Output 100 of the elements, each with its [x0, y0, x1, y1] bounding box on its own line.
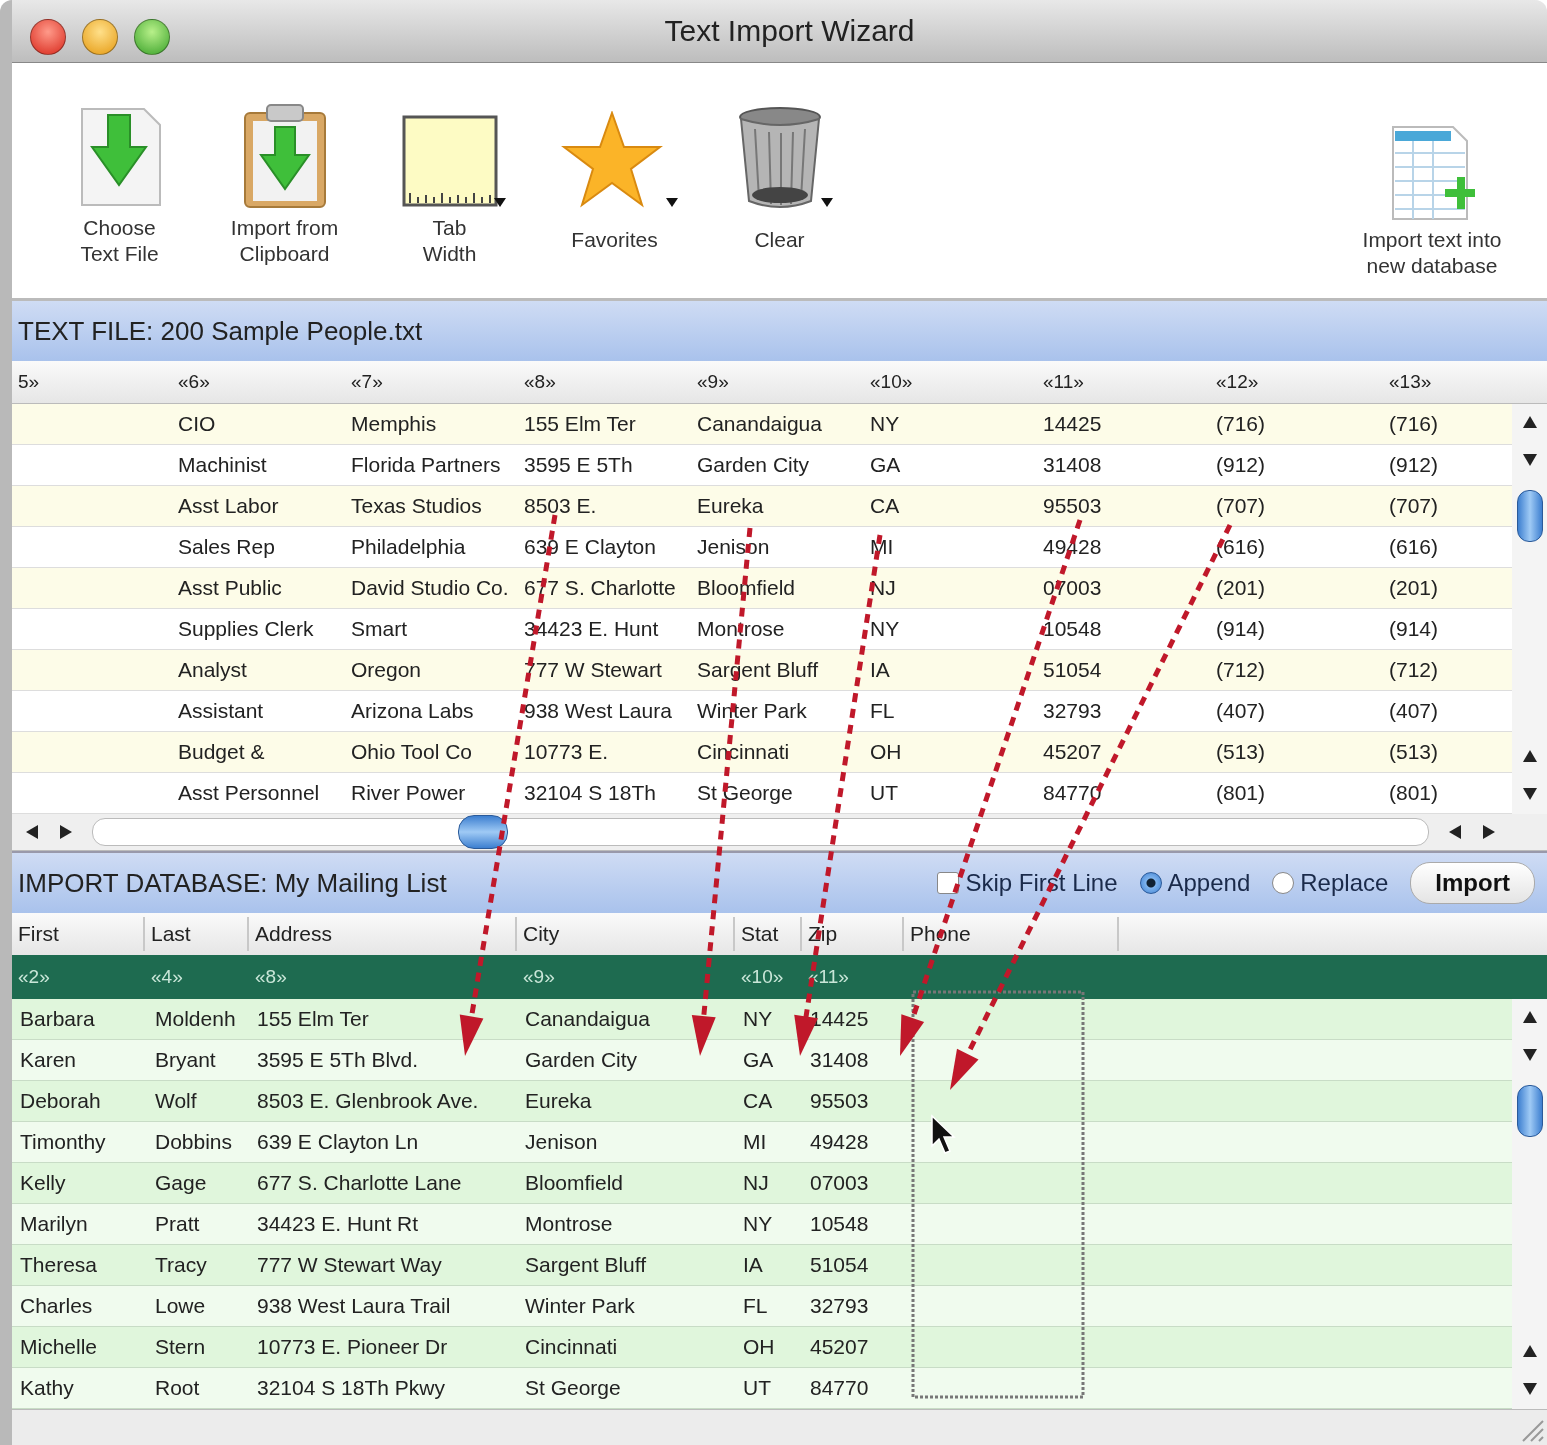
table-cell-text: (201) [1215, 576, 1267, 600]
table-cell-text: Deborah [19, 1089, 102, 1113]
table-cell-text: 31408 [1042, 453, 1103, 477]
table-cell-text: NY [869, 617, 901, 641]
table-cell-text: Root [154, 1376, 201, 1400]
dropdown-caret-icon [493, 198, 506, 207]
column-header[interactable]: Address [249, 917, 517, 951]
mapping-tag[interactable]: «2» [18, 966, 50, 987]
table-cell-text: Timonthy [19, 1130, 107, 1154]
table-cell-text: St George [696, 781, 794, 805]
close-button[interactable] [30, 19, 66, 55]
vertical-scrollbar[interactable] [1512, 404, 1547, 814]
checkbox[interactable] [937, 872, 960, 894]
scroll-thumb[interactable] [1516, 1085, 1543, 1137]
column-header[interactable]: «13» [1383, 371, 1547, 393]
table-cell-text: Michelle [19, 1335, 99, 1359]
table-cell-text: 32104 S 18Th [523, 781, 657, 805]
zoom-button[interactable] [134, 19, 170, 55]
toolbar-button[interactable]: Favorites [532, 91, 697, 253]
table-cell-text: GA [869, 453, 902, 477]
scroll-left-icon[interactable] [24, 822, 40, 842]
column-header[interactable]: «11» [1037, 371, 1210, 393]
table-cell-text: IA [742, 1253, 764, 1277]
radio-button[interactable] [1139, 872, 1162, 894]
column-header[interactable]: Last [145, 917, 249, 951]
column-header[interactable]: «7» [345, 371, 518, 393]
table-cell-text: 32793 [809, 1294, 870, 1318]
minimize-button[interactable] [82, 19, 118, 55]
toolbar-button[interactable]: Tab Width [367, 91, 532, 267]
table-cell-text: (407) [1215, 699, 1267, 723]
column-header[interactable]: «6» [172, 371, 345, 393]
scroll-right-icon[interactable] [58, 822, 74, 842]
table-cell-text: CA [742, 1089, 774, 1113]
toolbar-button[interactable]: Import text into new database [1332, 103, 1532, 279]
column-header[interactable]: «10» [864, 371, 1037, 393]
table-cell-text: River Power [350, 781, 467, 805]
scroll-thumb[interactable] [1516, 490, 1543, 542]
column-header[interactable]: «8» [518, 371, 691, 393]
table-cell-text: Winter Park [524, 1294, 636, 1318]
column-header[interactable]: Stat [735, 917, 802, 951]
scroll-thumb[interactable] [458, 815, 508, 849]
horizontal-scrollbar[interactable] [12, 814, 1547, 851]
table-cell-text: Bloomfield [696, 576, 797, 600]
table-cell-text: Garden City [524, 1048, 639, 1072]
column-header[interactable]: First [12, 917, 145, 951]
column-header[interactable]: «12» [1210, 371, 1383, 393]
radio-button[interactable] [1272, 872, 1295, 894]
table-cell-text: (616) [1388, 535, 1440, 559]
table-cell-text: 677 S. Charlotte Lane [256, 1171, 463, 1195]
table-cell-text: Stern [154, 1335, 207, 1359]
checkbox-label[interactable]: Skip First Line [965, 869, 1118, 897]
vertical-scrollbar[interactable] [1512, 999, 1547, 1409]
toolbar-button[interactable]: Clear [697, 91, 862, 253]
table-cell-text: (513) [1215, 740, 1267, 764]
table-cell-text: 14425 [809, 1007, 870, 1031]
table-cell-text: 84770 [809, 1376, 870, 1400]
table-cell-text: 639 E Clayton [523, 535, 657, 559]
table-cell-text: 155 Elm Ter [256, 1007, 370, 1031]
table-cell-text: Texas Studios [350, 494, 483, 518]
table-cell-text: Canandaigua [524, 1007, 651, 1031]
table-cell-text: FL [869, 699, 896, 723]
column-header[interactable]: 5» [12, 371, 172, 393]
table-cell-text: FL [742, 1294, 769, 1318]
table-cell-text: 45207 [809, 1335, 870, 1359]
table-cell-text: Montrose [696, 617, 786, 641]
table-cell-text: (712) [1388, 658, 1440, 682]
table-cell-text: Supplies Clerk [177, 617, 315, 641]
mapping-tag[interactable]: «10» [741, 966, 784, 987]
table-cell-text: St George [524, 1376, 622, 1400]
table-cell-text: CA [869, 494, 901, 518]
table-cell-text: 10548 [809, 1212, 870, 1236]
table-cell-text: Marilyn [19, 1212, 89, 1236]
table-cell-text: Wolf [154, 1089, 198, 1113]
mapping-tag[interactable]: «9» [523, 966, 555, 987]
column-header[interactable]: «9» [691, 371, 864, 393]
table-cell-text: Analyst [177, 658, 248, 682]
scroll-right-icon[interactable] [1481, 822, 1497, 842]
table-cell-text: Eureka [524, 1089, 593, 1113]
toolbar-button[interactable]: Import from Clipboard [202, 91, 367, 267]
table-cell-text: Memphis [350, 412, 438, 436]
mapping-tag[interactable]: «8» [255, 966, 287, 987]
radio-label[interactable]: Replace [1300, 869, 1389, 897]
mapping-tag[interactable]: «4» [151, 966, 183, 987]
table-cell-text: MI [869, 535, 895, 559]
column-header[interactable]: City [517, 917, 735, 951]
table-cell-text: Dobbins [154, 1130, 234, 1154]
table-cell-text: 07003 [1042, 576, 1103, 600]
table-cell-text: 32104 S 18Th Pkwy [256, 1376, 446, 1400]
table-cell-text: 777 W Stewart Way [256, 1253, 443, 1277]
table-cell-text: 938 West Laura [523, 699, 673, 723]
table-cell-text: Charles [19, 1294, 94, 1318]
scroll-left-icon[interactable] [1447, 822, 1463, 842]
radio-label[interactable]: Append [1167, 869, 1251, 897]
table-cell-text: Canandaigua [696, 412, 823, 436]
import-button[interactable]: Import [1410, 862, 1535, 904]
table-cell-text: Moldenh [154, 1007, 237, 1031]
table-cell-text: 84770 [1042, 781, 1103, 805]
table-cell-text: David Studio Co. [350, 576, 510, 600]
table-cell-text: 34423 E. Hunt Rt [256, 1212, 420, 1236]
toolbar-button[interactable]: Choose Text File [37, 91, 202, 267]
